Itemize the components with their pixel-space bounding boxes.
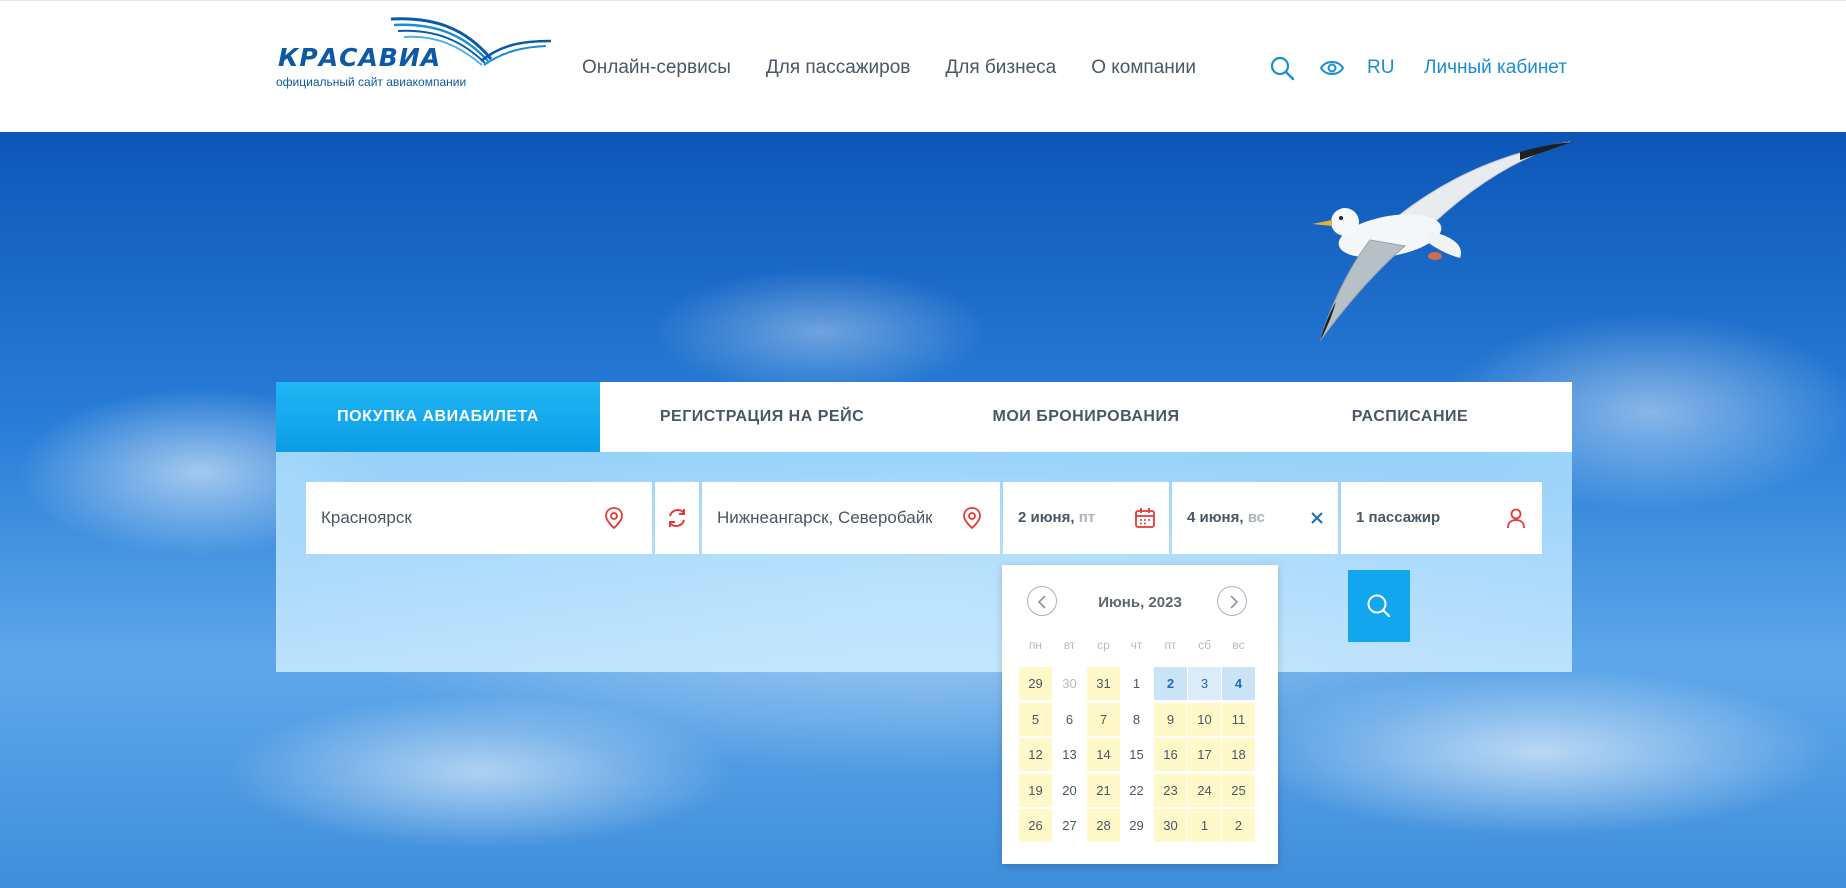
weekday-header: сб [1198, 638, 1211, 652]
nav-for-business[interactable]: Для бизнеса [945, 57, 1056, 79]
calendar-day[interactable]: 19 [1019, 773, 1052, 807]
nav-online-services[interactable]: Онлайн-сервисы [582, 57, 731, 79]
location-pin-icon [963, 507, 981, 530]
calendar-day[interactable]: 29 [1120, 809, 1153, 842]
calendar-day[interactable]: 20 [1053, 774, 1086, 807]
calendar-day[interactable]: 21 [1087, 773, 1120, 807]
passengers-field[interactable]: 1 пассажир [1341, 482, 1542, 554]
calendar-day[interactable]: 6 [1053, 703, 1086, 736]
calendar-day[interactable]: 17 [1188, 738, 1221, 771]
calendar-day[interactable]: 8 [1120, 703, 1153, 736]
weekday-header: вт [1063, 638, 1076, 652]
nav-for-passengers[interactable]: Для пассажиров [766, 57, 911, 79]
origin-field[interactable]: Красноярск [306, 482, 652, 554]
calendar-day[interactable]: 10 [1188, 702, 1221, 736]
person-icon [1507, 508, 1525, 529]
calendar-day[interactable]: 2 [1222, 809, 1255, 842]
tab-buy-ticket[interactable]: ПОКУПКА АВИАБИЛЕТА [276, 382, 600, 452]
calendar-day[interactable]: 29 [1019, 667, 1052, 700]
departure-date-text: 2 июня, [1018, 509, 1075, 526]
calendar-day[interactable]: 31 [1087, 667, 1120, 700]
next-month-button[interactable] [1217, 586, 1247, 616]
calendar-day[interactable]: 28 [1087, 809, 1120, 842]
location-pin-icon [605, 507, 623, 530]
departure-date-field[interactable]: 2 июня, пт [1003, 482, 1169, 554]
passengers-value: 1 пассажир [1356, 509, 1441, 526]
calendar-day[interactable]: 26 [1019, 809, 1052, 842]
calendar-icon [1135, 508, 1155, 528]
weekday-header: пт [1164, 638, 1177, 652]
swap-button[interactable] [655, 482, 699, 554]
search-icon[interactable] [1269, 55, 1295, 81]
search-flights-button[interactable] [1348, 570, 1410, 642]
weekday-header: пн [1028, 638, 1043, 652]
search-icon [1367, 594, 1391, 618]
destination-field[interactable]: Нижнеангарск, Северобайкальск [702, 482, 1000, 554]
calendar-day[interactable]: 13 [1053, 738, 1086, 771]
calendar-day[interactable]: 23 [1154, 773, 1187, 807]
calendar-day[interactable]: 4 [1222, 667, 1255, 700]
personal-account-link[interactable]: Личный кабинет [1424, 57, 1567, 79]
clear-date-icon[interactable] [1305, 506, 1329, 530]
calendar-day[interactable]: 24 [1188, 773, 1221, 807]
nav-about-company[interactable]: О компании [1091, 57, 1196, 79]
calendar-day[interactable]: 2 [1154, 667, 1187, 700]
calendar-day: 30 [1062, 676, 1077, 691]
tab-check-in[interactable]: РЕГИСТРАЦИЯ НА РЕЙС [600, 382, 924, 452]
calendar-day[interactable]: 9 [1154, 702, 1187, 736]
return-date-value: 4 июня, вс [1187, 509, 1265, 526]
tab-schedule[interactable]: РАСПИСАНИЕ [1248, 382, 1572, 452]
return-date-text: 4 июня, [1187, 509, 1244, 526]
main-nav: Онлайн-сервисы Для пассажиров Для бизнес… [582, 57, 1231, 79]
calendar-day[interactable]: 16 [1154, 738, 1187, 771]
swap-arrows-icon [669, 509, 685, 527]
calendar-day[interactable]: 3 [1188, 667, 1221, 700]
logo[interactable]: КРАСАВИА официальный сайт авиакомпании [276, 15, 556, 95]
calendar-day[interactable]: 7 [1087, 702, 1120, 736]
site-header: КРАСАВИА официальный сайт авиакомпании О… [0, 0, 1846, 132]
weekday-header: ср [1097, 638, 1110, 652]
return-weekday: вс [1247, 509, 1265, 526]
tab-my-bookings[interactable]: МОИ БРОНИРОВАНИЯ [924, 382, 1248, 452]
destination-value: Нижнеангарск, Северобайкальск [717, 508, 932, 527]
calendar-day[interactable]: 18 [1222, 738, 1255, 771]
origin-value: Красноярск [321, 508, 412, 527]
eye-icon[interactable] [1319, 55, 1345, 81]
calendar-day[interactable]: 14 [1087, 738, 1120, 771]
calendar-day[interactable]: 1 [1120, 667, 1153, 700]
search-panel: Красноярск Нижнеангарск, Северобайкальск [276, 452, 1572, 672]
calendar-day[interactable]: 5 [1019, 702, 1052, 736]
weekday-header: вс [1232, 638, 1245, 652]
weekday-header: чт [1130, 638, 1143, 652]
language-switch[interactable]: RU [1367, 57, 1394, 79]
seagull-image [1312, 141, 1572, 342]
calendar-day[interactable]: 11 [1222, 702, 1255, 736]
return-date-field[interactable]: 4 июня, вс [1172, 482, 1338, 554]
logo-title: КРАСАВИА [278, 43, 442, 72]
booking-tabs: ПОКУПКА АВИАБИЛЕТА РЕГИСТРАЦИЯ НА РЕЙС М… [276, 382, 1572, 452]
calendar-day[interactable]: 22 [1120, 774, 1153, 807]
departure-date-value: 2 июня, пт [1018, 509, 1095, 526]
calendar-day[interactable]: 12 [1019, 738, 1052, 771]
departure-weekday: пт [1078, 509, 1096, 526]
calendar-day[interactable]: 15 [1120, 738, 1153, 771]
date-picker: Июнь, 2023 пн вт ср чт пт сб вс 29 30 31 1 2 3 4 5 6 7 8 9… [1002, 565, 1278, 864]
calendar-day[interactable]: 25 [1222, 773, 1255, 807]
calendar-day[interactable]: 27 [1053, 809, 1086, 842]
calendar-day[interactable]: 30 [1154, 809, 1187, 842]
calendar-day[interactable]: 1 [1188, 809, 1221, 842]
logo-subtitle: официальный сайт авиакомпании [276, 75, 467, 89]
chevron-right-icon [1230, 595, 1239, 609]
booking-widget: ПОКУПКА АВИАБИЛЕТА РЕГИСТРАЦИЯ НА РЕЙС М… [276, 382, 1572, 672]
